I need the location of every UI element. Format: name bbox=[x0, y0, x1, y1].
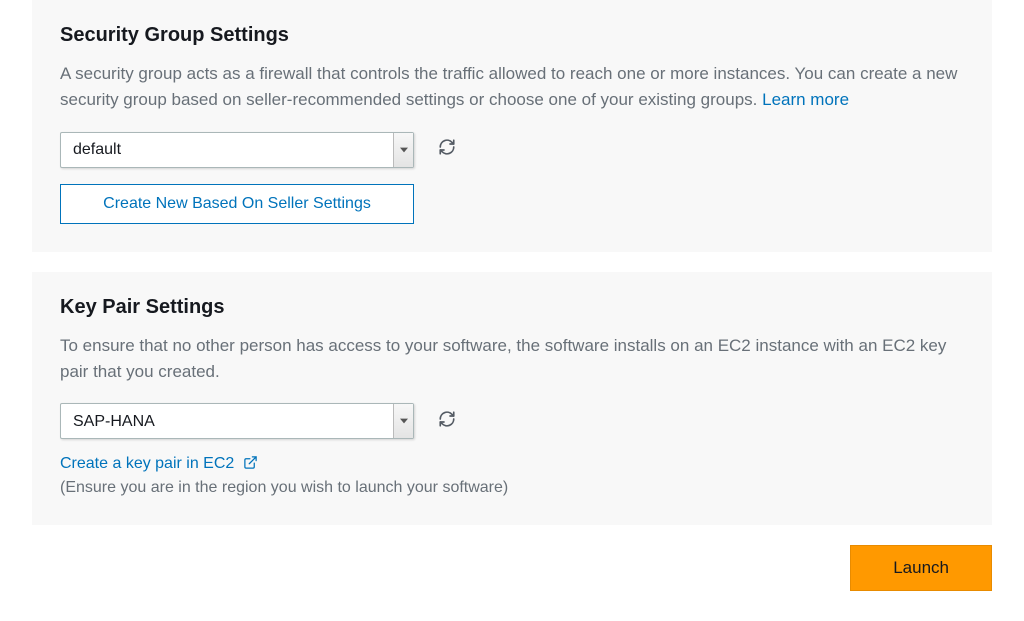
refresh-security-groups-button[interactable] bbox=[436, 139, 458, 161]
refresh-icon bbox=[438, 410, 456, 433]
key-pair-select[interactable]: SAP-HANA bbox=[61, 404, 413, 438]
key-pair-select-wrap: SAP-HANA bbox=[60, 403, 414, 439]
security-group-title: Security Group Settings bbox=[60, 24, 964, 47]
key-pair-link-block: Create a key pair in EC2 (Ensure you are… bbox=[60, 455, 964, 497]
security-group-select-row: default bbox=[60, 132, 964, 168]
key-pair-region-note: (Ensure you are in the region you wish t… bbox=[60, 479, 964, 497]
key-pair-panel: Key Pair Settings To ensure that no othe… bbox=[32, 272, 992, 526]
launch-button[interactable]: Launch bbox=[850, 545, 992, 591]
key-pair-select-row: SAP-HANA bbox=[60, 403, 964, 439]
security-group-select-wrap: default bbox=[60, 132, 414, 168]
security-group-panel: Security Group Settings A security group… bbox=[32, 0, 992, 252]
security-group-select[interactable]: default bbox=[61, 133, 413, 167]
create-key-pair-link[interactable]: Create a key pair in EC2 bbox=[60, 455, 258, 472]
learn-more-link[interactable]: Learn more bbox=[762, 90, 849, 109]
create-key-pair-link-label: Create a key pair in EC2 bbox=[60, 455, 234, 472]
refresh-icon bbox=[438, 138, 456, 161]
key-pair-title: Key Pair Settings bbox=[60, 296, 964, 319]
security-group-description: A security group acts as a firewall that… bbox=[60, 61, 964, 114]
key-pair-description: To ensure that no other person has acces… bbox=[60, 333, 964, 386]
external-link-icon bbox=[243, 455, 258, 475]
refresh-key-pairs-button[interactable] bbox=[436, 410, 458, 432]
footer-row: Launch bbox=[32, 545, 992, 591]
create-security-group-button[interactable]: Create New Based On Seller Settings bbox=[60, 184, 414, 224]
